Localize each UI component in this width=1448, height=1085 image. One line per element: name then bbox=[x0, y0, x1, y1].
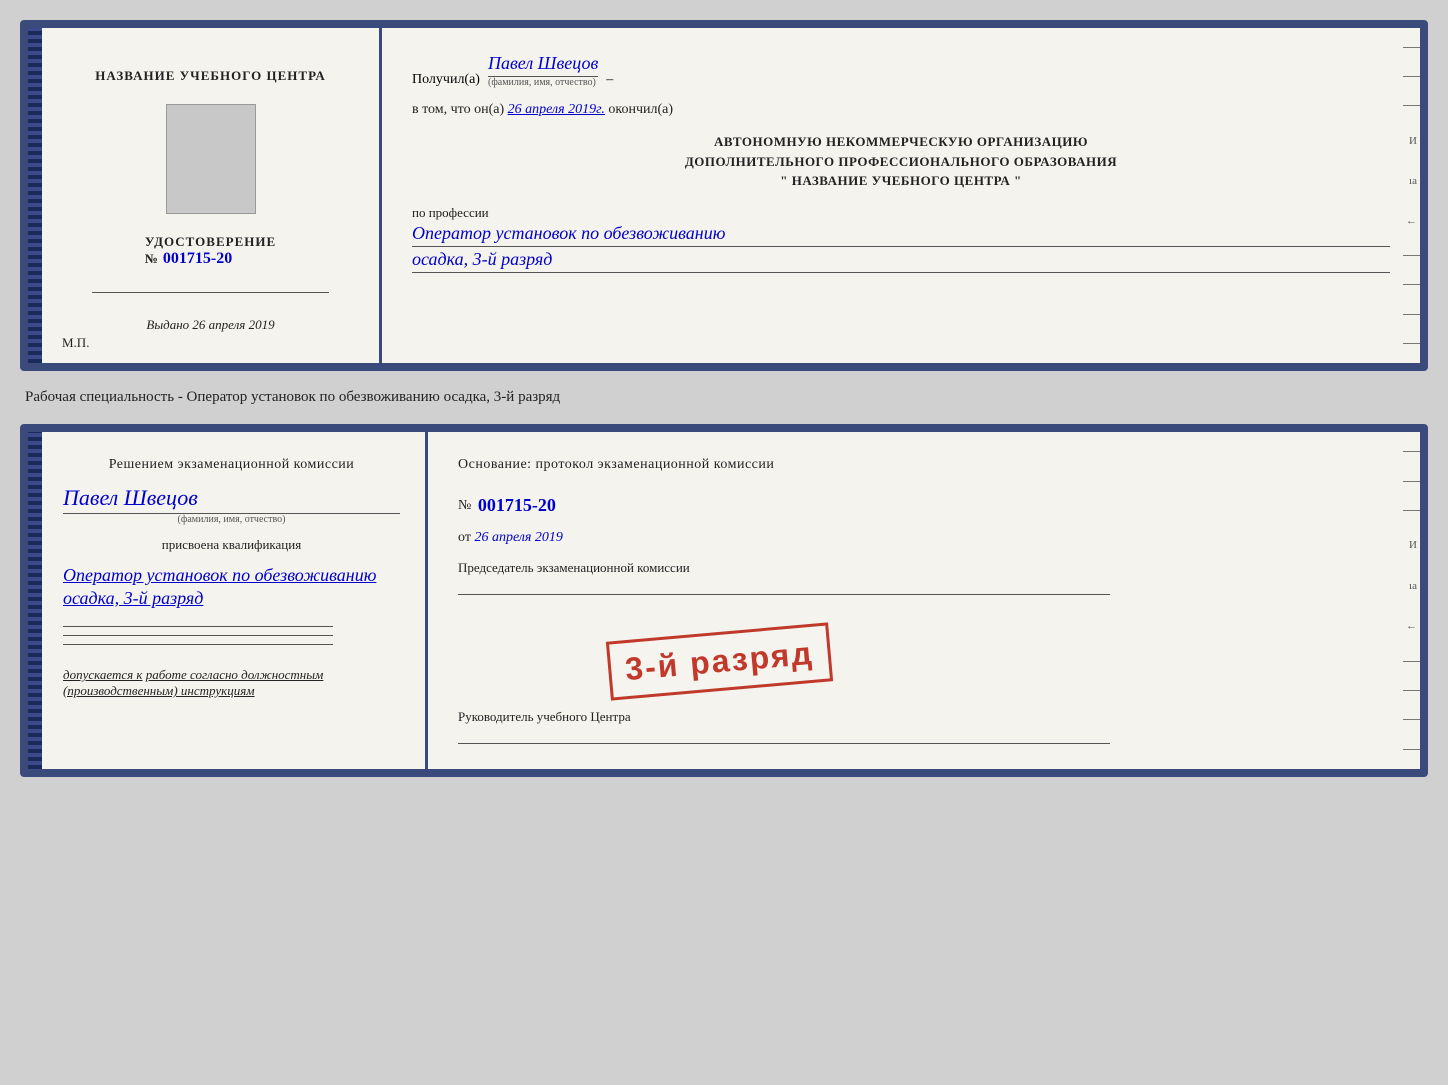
person-name: Павел Швецов bbox=[63, 485, 400, 514]
right-edge-decoration-1: И ıа ← bbox=[1400, 28, 1420, 363]
org-line2: ДОПОЛНИТЕЛЬНОГО ПРОФЕССИОНАЛЬНОГО ОБРАЗО… bbox=[412, 152, 1390, 172]
doc1-left-panel: НАЗВАНИЕ УЧЕБНОГО ЦЕНТРА УДОСТОВЕРЕНИЕ №… bbox=[42, 28, 382, 363]
confirm-prefix: в том, что он(а) bbox=[412, 102, 504, 117]
допускается-prefix: допускается к bbox=[63, 667, 143, 682]
cert-number: 001715-20 bbox=[163, 250, 232, 268]
qualification-block: Оператор установок по обезвоживанию осад… bbox=[63, 565, 400, 609]
org-line3: " НАЗВАНИЕ УЧЕБНОГО ЦЕНТРА " bbox=[412, 171, 1390, 191]
recipient-name-wrapper: Павел Швецов (фамилия, имя, отчество) bbox=[488, 53, 598, 88]
protocol-date-block: от 26 апреля 2019 bbox=[458, 530, 1390, 546]
profession-label: по профессии bbox=[412, 205, 1390, 221]
issued-date-value: 26 апреля 2019 bbox=[192, 317, 274, 332]
doc2-left-panel: Решением экзаменационной комиссии Павел … bbox=[28, 432, 428, 769]
person-subtext: (фамилия, имя, отчество) bbox=[63, 514, 400, 525]
line-separator-1 bbox=[92, 292, 330, 293]
org-line1: АВТОНОМНУЮ НЕКОММЕРЧЕСКУЮ ОРГАНИЗАЦИЮ bbox=[412, 132, 1390, 152]
chairman-sig-line bbox=[458, 594, 1110, 595]
commission-title: Решением экзаменационной комиссии bbox=[63, 457, 400, 473]
confirm-date: 26 апреля 2019г. bbox=[508, 102, 605, 117]
protocol-date: 26 апреля 2019 bbox=[474, 530, 562, 545]
recipient-subtext: (фамилия, имя, отчество) bbox=[488, 77, 596, 88]
profession-block: по профессии Оператор установок по обезв… bbox=[412, 205, 1390, 273]
confirm-line: в том, что он(а) 26 апреля 2019г. окончи… bbox=[412, 102, 1390, 118]
doc2-right-panel: Основание: протокол экзаменационной коми… bbox=[428, 432, 1420, 769]
cert-number-block: УДОСТОВЕРЕНИЕ № 001715-20 bbox=[145, 234, 276, 268]
doc1-training-center-title: НАЗВАНИЕ УЧЕБНОГО ЦЕНТРА bbox=[95, 68, 326, 84]
stamp-text: 3-й разряд bbox=[624, 635, 815, 687]
date-prefix: от bbox=[458, 530, 471, 545]
cert-label: УДОСТОВЕРЕНИЕ bbox=[145, 234, 276, 250]
dash-1: – bbox=[606, 72, 613, 88]
mp-label: М.П. bbox=[62, 335, 89, 351]
signature-lines-left bbox=[63, 626, 400, 645]
stamp: 3-й разряд bbox=[606, 622, 833, 700]
certificate-card-1: НАЗВАНИЕ УЧЕБНОГО ЦЕНТРА УДОСТОВЕРЕНИЕ №… bbox=[20, 20, 1428, 371]
doc1-right-panel: Получил(а) Павел Швецов (фамилия, имя, о… bbox=[382, 28, 1420, 363]
director-sig-line bbox=[458, 743, 1110, 744]
recipient-name: Павел Швецов bbox=[488, 53, 598, 77]
received-label: Получил(а) bbox=[412, 72, 480, 88]
rank-value-1: осадка, 3-й разряд bbox=[412, 249, 1390, 273]
допускается-block: допускается к работе согласно должностны… bbox=[63, 667, 400, 699]
chairman-label: Председатель экзаменационной комиссии bbox=[458, 560, 1390, 576]
photo-placeholder bbox=[166, 104, 256, 214]
cert-prefix: № bbox=[145, 251, 159, 267]
rank-value-2: осадка, 3-й разряд bbox=[63, 588, 400, 609]
basis-title: Основание: протокол экзаменационной коми… bbox=[458, 457, 1390, 473]
right-edge-decoration-2: И ıа ← bbox=[1400, 432, 1420, 769]
profession-value: Оператор установок по обезвоживанию bbox=[412, 223, 1390, 247]
person-name-block: Павел Швецов (фамилия, имя, отчество) bbox=[63, 485, 400, 525]
issued-date-block: Выдано 26 апреля 2019 bbox=[146, 317, 274, 333]
org-block: АВТОНОМНУЮ НЕКОММЕРЧЕСКУЮ ОРГАНИЗАЦИЮ ДО… bbox=[412, 132, 1390, 191]
certificate-card-2: Решением экзаменационной комиссии Павел … bbox=[20, 424, 1428, 777]
protocol-number: 001715-20 bbox=[478, 495, 556, 516]
qualification-value: Оператор установок по обезвоживанию bbox=[63, 565, 400, 586]
qualification-label: присвоена квалификация bbox=[63, 537, 400, 553]
issued-label: Выдано bbox=[146, 317, 189, 332]
specialty-text: Рабочая специальность - Оператор установ… bbox=[20, 389, 1428, 406]
left-binding-1 bbox=[28, 28, 42, 363]
director-label: Руководитель учебного Центра bbox=[458, 709, 1390, 725]
protocol-prefix: № bbox=[458, 498, 472, 514]
confirm-suffix: окончил(а) bbox=[608, 102, 673, 117]
